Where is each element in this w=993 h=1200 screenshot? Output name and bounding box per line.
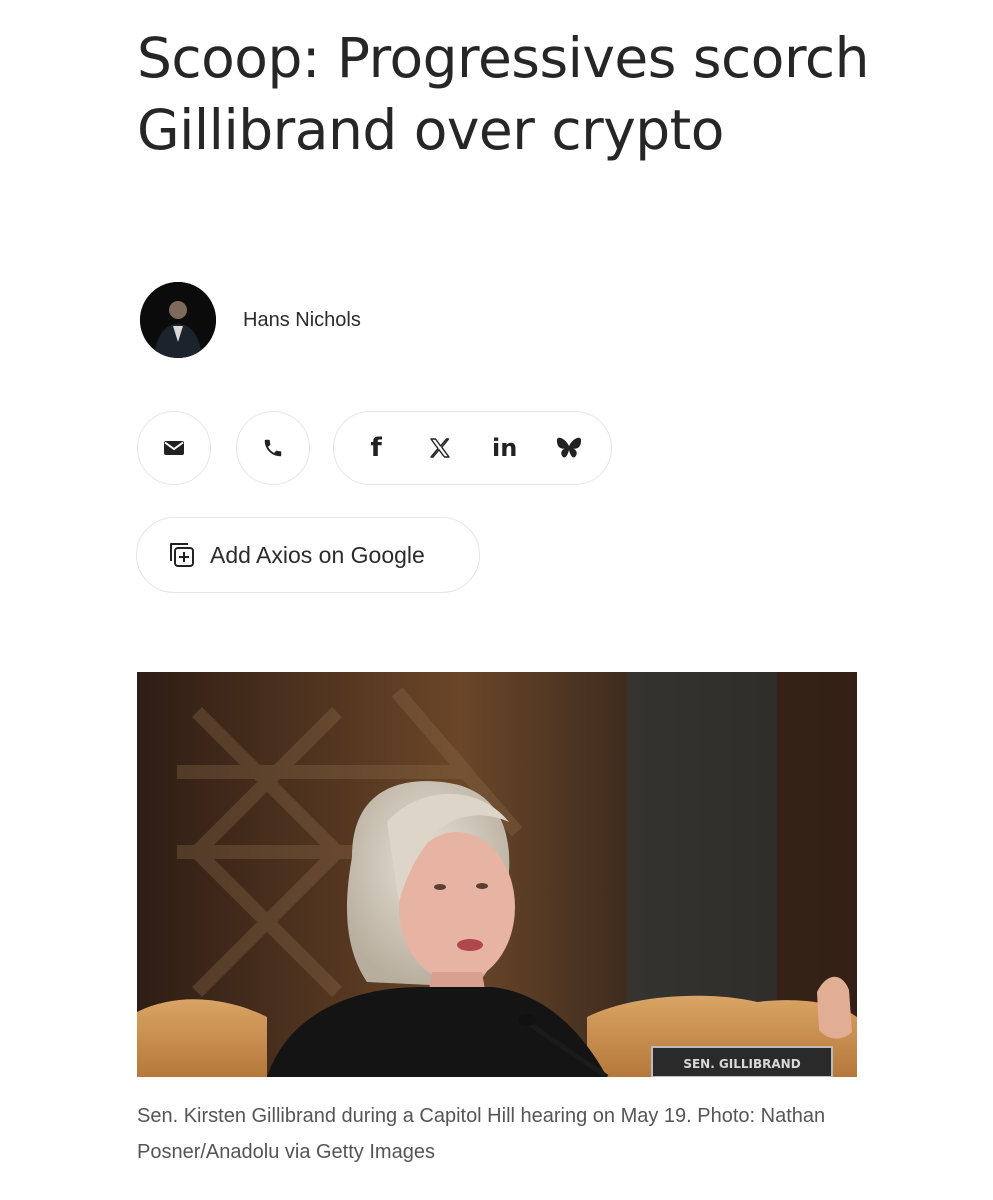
bluesky-share-button[interactable] [547,426,591,470]
linkedin-share-button[interactable]: in [483,426,527,470]
add-axios-on-google-label: Add Axios on Google [210,541,425,568]
article-headline: Scoop: Progressives scorch Gillibrand ov… [137,26,869,162]
add-to-stack-icon [170,543,194,567]
linkedin-icon: in [491,434,518,462]
author-name[interactable]: Hans Nichols [243,309,361,332]
byline: Hans Nichols [140,282,361,358]
facebook-share-button[interactable]: f [354,426,398,470]
envelope-icon [164,441,184,455]
x-share-button[interactable] [418,426,462,470]
nameplate-text: SEN. GILLIBRAND [683,1057,800,1071]
author-avatar[interactable] [140,282,216,358]
x-icon [430,438,451,458]
butterfly-icon [556,437,581,458]
social-share-group: f in [333,411,612,485]
phone-share-button[interactable] [236,411,310,485]
author-portrait-icon [140,282,216,358]
add-axios-on-google-button[interactable]: Add Axios on Google [136,517,480,593]
facebook-icon: f [370,433,382,463]
article-photo[interactable]: SEN. GILLIBRAND [137,672,857,1077]
photo-caption: Sen. Kirsten Gillibrand during a Capitol… [137,1105,826,1163]
email-share-button[interactable] [137,411,211,485]
hearing-photo: SEN. GILLIBRAND [137,672,857,1077]
phone-icon [264,439,282,457]
